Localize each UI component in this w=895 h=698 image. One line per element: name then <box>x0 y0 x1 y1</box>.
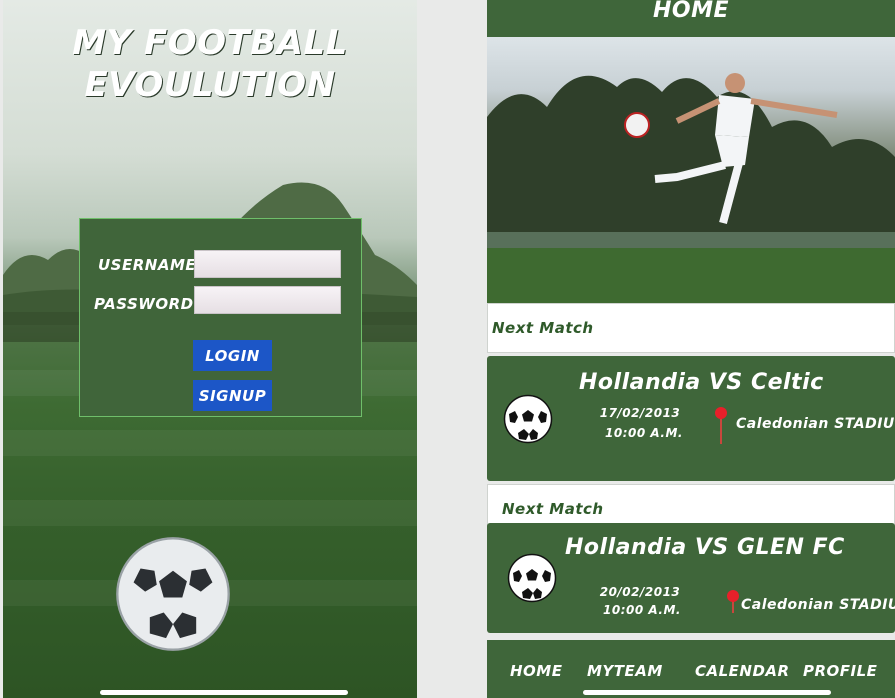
tab-profile[interactable]: PROFILE <box>803 662 877 680</box>
match-date: 20/02/2013 <box>599 585 681 599</box>
grass-stripe <box>3 500 417 526</box>
username-label: USERNAME <box>98 256 197 274</box>
hero-image <box>487 37 895 303</box>
app-title-line1: MY FOOTBALL <box>72 23 348 63</box>
match-venue: Caledonian STADIUM <box>736 416 895 432</box>
home-screen: HOME Next Match Hollandia VS Celtic 17/0… <box>487 0 895 698</box>
soccer-ball-icon <box>116 537 230 651</box>
grass-stripe <box>3 430 417 456</box>
home-indicator <box>583 690 831 695</box>
tab-calendar[interactable]: CALENDAR <box>695 662 790 680</box>
next-match-label: Next Match <box>487 303 895 353</box>
password-input[interactable] <box>194 286 341 314</box>
soccer-ball-icon <box>503 394 553 444</box>
match-time: 10:00 A.M. <box>605 426 683 440</box>
match-title: Hollandia VS GLEN FC <box>565 535 845 560</box>
username-input[interactable] <box>194 250 341 278</box>
app-title-line2: EVOULUTION <box>84 65 336 105</box>
tab-bar: HOME MYTEAM CALENDAR PROFILE <box>487 640 895 698</box>
page-title: HOME <box>487 0 895 37</box>
login-button[interactable]: LOGIN <box>193 340 272 371</box>
location-pin-stem <box>720 418 722 444</box>
login-screen: MY FOOTBALL EVOULUTION USERNAME PASSWORD… <box>3 0 417 698</box>
password-label: PASSWORD <box>94 295 194 313</box>
match-time: 10:00 A.M. <box>603 603 681 617</box>
tab-home[interactable]: HOME <box>510 662 562 680</box>
location-pin-icon <box>715 407 727 419</box>
hero-player-illustration <box>487 73 895 303</box>
soccer-ball-icon <box>507 553 557 603</box>
location-pin-icon <box>727 590 739 602</box>
login-form: USERNAME PASSWORD LOGIN SIGNUP <box>79 218 362 417</box>
match-venue: Caledonian STADIUM <box>741 597 895 613</box>
match-title: Hollandia VS Celtic <box>579 370 824 395</box>
signup-button[interactable]: SIGNUP <box>193 380 272 411</box>
match-card[interactable]: Hollandia VS Celtic 17/02/2013 10:00 A.M… <box>487 356 895 481</box>
app-title: MY FOOTBALL EVOULUTION <box>3 22 417 106</box>
home-indicator <box>100 690 348 695</box>
match-date: 17/02/2013 <box>599 406 681 420</box>
match-card[interactable]: Hollandia VS GLEN FC 20/02/2013 10:00 A.… <box>487 523 895 633</box>
tab-myteam[interactable]: MYTEAM <box>587 662 663 680</box>
